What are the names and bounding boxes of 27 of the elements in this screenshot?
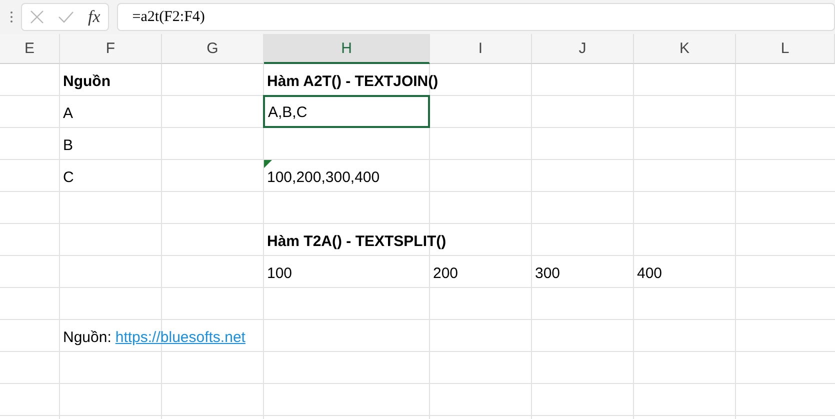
column-header[interactable]: G <box>162 34 264 64</box>
cell-text: Hàm A2T() - TEXTJOIN() <box>267 73 438 90</box>
check-icon[interactable] <box>58 11 74 23</box>
column-header[interactable]: J <box>532 34 634 64</box>
selected-cell[interactable]: A,B,C <box>263 95 430 128</box>
column-header[interactable]: K <box>634 34 736 64</box>
cell-text: B <box>63 137 74 154</box>
insert-function-button[interactable]: fx <box>88 7 100 27</box>
cell-text: 200 <box>433 265 458 282</box>
cell-text: 100 <box>267 265 292 282</box>
error-indicator-icon <box>264 160 272 168</box>
cell-text: 100,200,300,400 <box>267 169 380 186</box>
more-options-icon[interactable] <box>10 11 13 23</box>
cell-text: A <box>63 105 74 122</box>
formula-field[interactable]: =a2t(F2:F4) <box>117 3 835 31</box>
cancel-icon[interactable] <box>30 10 44 24</box>
cell-text: Nguồn <box>63 73 110 90</box>
cell-text: Hàm T2A() - TEXTSPLIT() <box>267 233 446 250</box>
column-header[interactable]: H <box>264 34 430 64</box>
cell-text: 400 <box>637 265 662 282</box>
column-header[interactable]: F <box>60 34 162 64</box>
source-label: Nguồn: <box>63 329 112 346</box>
column-header[interactable]: I <box>430 34 532 64</box>
column-header[interactable]: L <box>736 34 835 64</box>
column-header[interactable]: E <box>0 34 60 64</box>
cell-text: C <box>63 169 74 186</box>
cell-text: 300 <box>535 265 560 282</box>
